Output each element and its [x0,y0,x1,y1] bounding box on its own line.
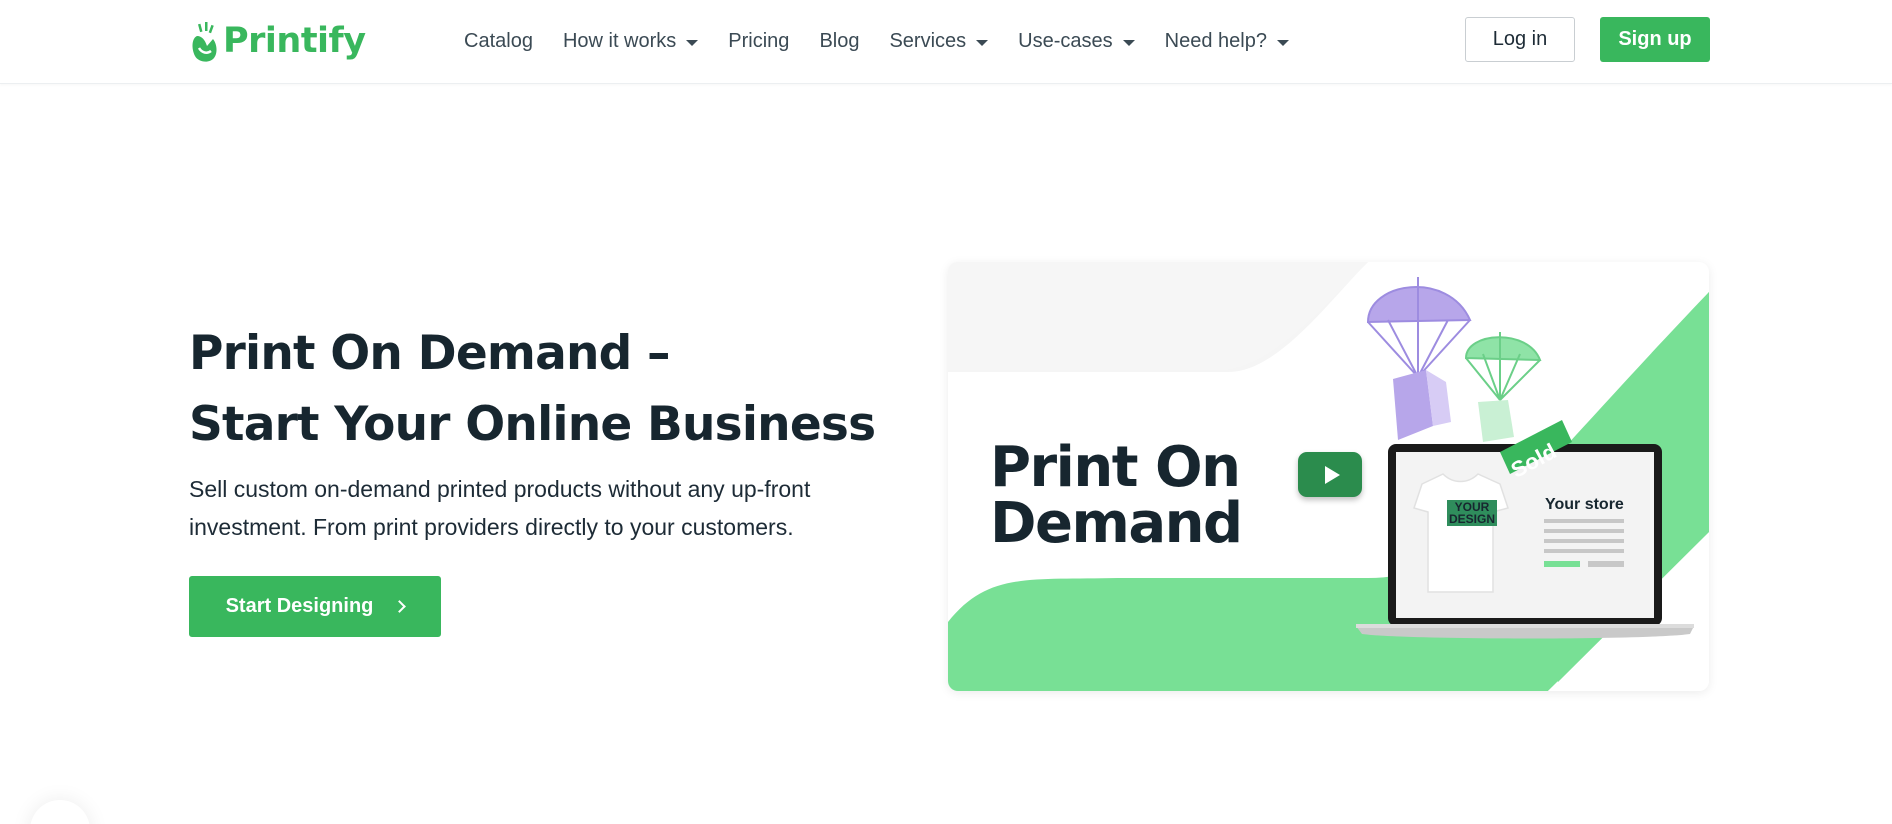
nav-item-use-cases[interactable]: Use-cases [1018,29,1135,53]
nav-label: Catalog [464,29,533,52]
hero-subtitle: Sell custom on-demand printed products w… [189,476,811,540]
chevron-down-icon [1276,39,1289,46]
video-title: Print On Demand [990,435,1243,556]
main-nav: Catalog How it works Pricing Blog Servic… [464,0,1319,82]
chevron-down-icon [686,39,699,46]
nav-item-blog[interactable]: Blog [819,30,859,53]
tshirt-icon: YOUR DESIGN [1447,500,1498,526]
nav-label: Blog [819,29,860,52]
start-designing-button[interactable]: Start Designing [189,576,441,637]
play-button[interactable] [1298,452,1362,497]
nav-item-how-it-works[interactable]: How it works [562,29,699,53]
nav-label: Services [889,29,967,52]
shirt-text-line2: DESIGN [1449,512,1496,526]
nav-label: Need help? [1164,29,1267,52]
store-label: Your store [1545,496,1624,513]
hero-title: Print On Demand – Start Your Online Busi… [189,318,889,460]
hero-title-line2: Start Your Online Business [189,397,876,452]
nav-label: How it works [562,29,677,52]
parachute-icon [1464,332,1542,442]
start-designing-label: Start Designing [225,595,374,617]
logo[interactable]: Printify [189,17,366,65]
signup-button[interactable]: Sign up [1600,17,1710,62]
chat-widget[interactable] [30,800,90,824]
nav-label: Pricing [728,29,790,52]
parachute-icon [1366,277,1472,440]
logo-text: Printify [223,21,366,61]
chevron-down-icon [976,39,989,46]
nav-item-pricing[interactable]: Pricing [728,30,789,53]
printify-logo-icon [192,22,217,62]
site-header: Printify Catalog How it works Pricing Bl… [0,0,1892,84]
login-button[interactable]: Log in [1465,17,1575,62]
chevron-down-icon [1122,39,1135,46]
hero-video-card[interactable]: Print On Demand Sold YOUR DESIGN Your st… [948,262,1709,691]
chevron-right-icon [393,600,407,613]
hero-title-line1: Print On Demand – [189,326,671,381]
nav-item-need-help[interactable]: Need help? [1165,30,1289,53]
nav-item-services[interactable]: Services [889,29,989,53]
play-icon [1324,465,1340,484]
nav-label: Use-cases [1018,29,1113,52]
nav-item-catalog[interactable]: Catalog [464,30,533,53]
